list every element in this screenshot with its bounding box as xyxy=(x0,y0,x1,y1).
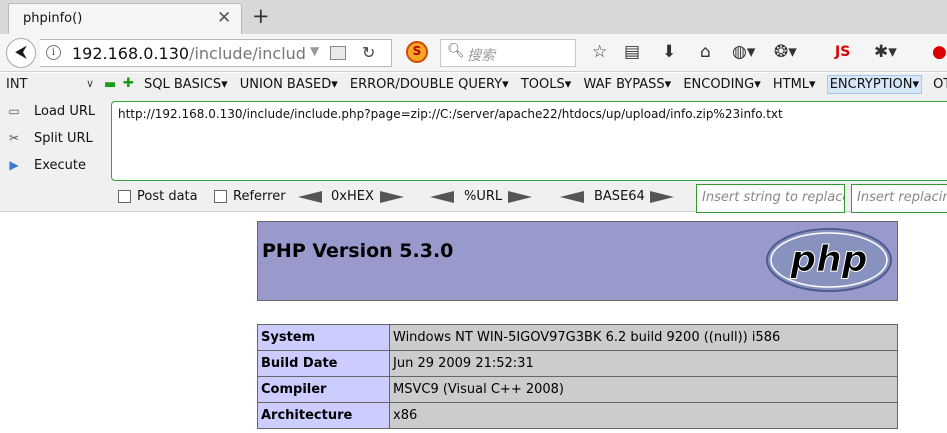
bookmarks-list-icon[interactable]: ▤ xyxy=(624,42,640,62)
url-decode-arrow-icon[interactable] xyxy=(430,191,454,203)
play-icon: ▶ xyxy=(9,158,19,172)
tab-title: phpinfo() xyxy=(23,11,83,26)
globe-icon[interactable]: ◍▾ xyxy=(732,42,755,62)
row-value: Jun 29 2009 21:52:31 xyxy=(389,350,898,377)
hackbar-menu-list: SQL BASICS▾ UNION BASED▾ ERROR/DOUBLE QU… xyxy=(144,75,947,94)
tab-strip: phpinfo() ✕ + xyxy=(0,0,947,34)
page-title: PHP Version 5.3.0 xyxy=(262,240,454,262)
search-placeholder: 搜索 xyxy=(467,48,495,64)
load-url-button[interactable]: ▭ Load URL xyxy=(6,104,95,119)
menu-waf-bypass[interactable]: WAF BYPASS▾ xyxy=(583,77,671,92)
url-text[interactable]: 192.168.0.130/include/include.pl xyxy=(72,44,307,63)
noscript-icon[interactable]: S xyxy=(406,41,428,63)
row-label: Build Date xyxy=(257,350,390,377)
row-value: Windows NT WIN-5IGOV97G3BK 6.2 build 920… xyxy=(389,324,898,351)
row-value: x86 xyxy=(389,402,898,429)
bookmark-star-icon[interactable]: ☆ xyxy=(592,42,607,62)
chevron-down-icon: ∨ xyxy=(86,77,95,90)
hex-decode-arrow-icon[interactable] xyxy=(298,191,322,203)
hackbar-url-field[interactable]: http://192.168.0.130/include/include.php… xyxy=(111,101,947,181)
php-info-table: System Windows NT WIN-5IGOV97G3BK 6.2 bui… xyxy=(257,324,898,429)
extension-icon[interactable]: ✱▾ xyxy=(874,42,897,62)
int-select[interactable]: INT ∨ xyxy=(6,77,98,92)
reader-view-icon[interactable] xyxy=(330,46,346,60)
new-tab-icon[interactable]: + xyxy=(252,4,270,28)
search-input[interactable]: 🔍︎ 搜索 xyxy=(440,39,576,67)
row-label: Compiler xyxy=(257,376,390,403)
table-row: System Windows NT WIN-5IGOV97G3BK 6.2 bui… xyxy=(257,324,898,351)
hex-label: 0xHEX xyxy=(331,189,374,204)
search-icon: 🔍︎ xyxy=(447,43,465,59)
info-icon[interactable]: i xyxy=(46,45,61,60)
replace-string-input[interactable]: Insert string to replace xyxy=(696,184,845,213)
scissors-icon: ✂ xyxy=(8,131,20,145)
reload-icon[interactable]: ↻ xyxy=(362,43,375,62)
url-dropdown-icon[interactable]: ▼ xyxy=(310,44,319,58)
base64-label: BASE64 xyxy=(594,189,645,204)
addon-icon[interactable]: ● xyxy=(932,42,947,62)
menu-tools[interactable]: TOOLS▾ xyxy=(521,77,571,92)
post-data-label: Post data xyxy=(137,189,198,204)
split-url-button[interactable]: ✂ Split URL xyxy=(6,131,93,146)
int-select-value: INT xyxy=(6,77,28,92)
referrer-checkbox[interactable] xyxy=(214,190,227,203)
hackbar-options: Post data Referrer 0xHEX %URL BASE64 Ins… xyxy=(0,184,947,213)
post-data-checkbox[interactable] xyxy=(118,190,131,203)
menu-encryption[interactable]: ENCRYPTION▾ xyxy=(826,75,922,94)
base64-encode-arrow-icon[interactable] xyxy=(650,191,674,203)
minus-icon[interactable]: ▬ xyxy=(104,77,116,92)
hex-encode-arrow-icon[interactable] xyxy=(380,191,404,203)
table-row: Build Date Jun 29 2009 21:52:31 xyxy=(257,350,898,377)
menu-error-double-query[interactable]: ERROR/DOUBLE QUERY▾ xyxy=(350,77,509,92)
home-icon[interactable]: ⌂ xyxy=(700,42,711,62)
close-icon[interactable]: ✕ xyxy=(217,8,231,28)
menu-html[interactable]: HTML▾ xyxy=(773,77,816,92)
php-logo: php xyxy=(766,228,892,292)
php-version-header: PHP Version 5.3.0 php xyxy=(257,221,898,301)
menu-encoding[interactable]: ENCODING▾ xyxy=(683,77,760,92)
url-encode-arrow-icon[interactable] xyxy=(508,191,532,203)
row-label: System xyxy=(257,324,390,351)
php-logo-text: php xyxy=(789,239,867,280)
url-encode-label: %URL xyxy=(464,189,503,204)
js-toggle[interactable]: JS xyxy=(835,44,850,60)
url-bar[interactable]: i 192.168.0.130/include/include.pl ▼ ↻ xyxy=(40,39,392,67)
row-value: MSVC9 (Visual C++ 2008) xyxy=(389,376,898,403)
menu-sql-basics[interactable]: SQL BASICS▾ xyxy=(144,77,228,92)
hackbar-menubar: INT ∨ ▬ ✚ SQL BASICS▾ UNION BASED▾ ERROR… xyxy=(0,73,947,98)
navigation-bar: ⮜ i 192.168.0.130/include/include.pl ▼ ↻… xyxy=(0,34,947,72)
replacing-string-input[interactable]: Insert replacing string xyxy=(851,184,947,213)
tab-phpinfo[interactable]: phpinfo() ✕ xyxy=(8,3,242,34)
download-icon[interactable]: ⬇ xyxy=(662,42,676,62)
execute-button[interactable]: ▶ Execute xyxy=(6,158,86,173)
plus-icon[interactable]: ✚ xyxy=(123,76,134,91)
row-label: Architecture xyxy=(257,402,390,429)
table-row: Architecture x86 xyxy=(257,402,898,429)
table-row: Compiler MSVC9 (Visual C++ 2008) xyxy=(257,376,898,403)
load-url-icon: ▭ xyxy=(8,104,20,118)
back-arrow-icon[interactable]: ⮜ xyxy=(6,38,36,68)
referrer-label: Referrer xyxy=(233,189,286,204)
hackbar-panel: ▭ Load URL ✂ Split URL ▶ Execute http://192… xyxy=(0,98,947,213)
base64-decode-arrow-icon[interactable] xyxy=(560,191,584,203)
cookie-icon[interactable]: ❂▾ xyxy=(774,42,797,62)
menu-other[interactable]: OTHER xyxy=(933,77,947,92)
menu-union-based[interactable]: UNION BASED▾ xyxy=(240,77,338,92)
